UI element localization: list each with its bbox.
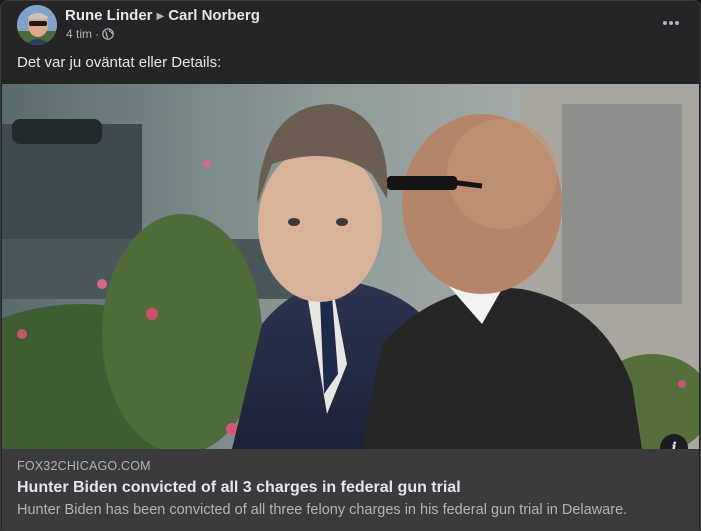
post-header: Rune Linder ▶ Carl Norberg 4 tim · — [17, 5, 687, 45]
author-avatar[interactable] — [17, 5, 57, 45]
link-domain: FOX32CHICAGO.COM — [17, 459, 151, 473]
feed-post: Rune Linder ▶ Carl Norberg 4 tim · Det var… — [0, 0, 701, 531]
post-meta: 4 tim · — [66, 27, 114, 41]
globe-icon — [102, 28, 114, 40]
post-time[interactable]: 4 tim — [66, 27, 92, 41]
post-author-line: Rune Linder ▶ Carl Norberg — [65, 7, 260, 24]
meta-separator: · — [95, 27, 100, 41]
link-description: Hunter Biden has been convicted of all t… — [17, 502, 628, 518]
author-name[interactable]: Rune Linder — [65, 7, 153, 24]
link-preview[interactable]: FOX32CHICAGO.COM Hunter Biden convicted … — [2, 449, 699, 530]
post-text: Det var ju oväntat eller Details: — [17, 54, 222, 71]
caret-right-icon: ▶ — [156, 11, 165, 22]
recipient-name[interactable]: Carl Norberg — [168, 7, 260, 24]
link-title[interactable]: Hunter Biden convicted of all 3 charges … — [17, 479, 461, 497]
more-options-icon[interactable] — [659, 11, 683, 35]
link-preview-image[interactable]: i — [2, 84, 699, 449]
